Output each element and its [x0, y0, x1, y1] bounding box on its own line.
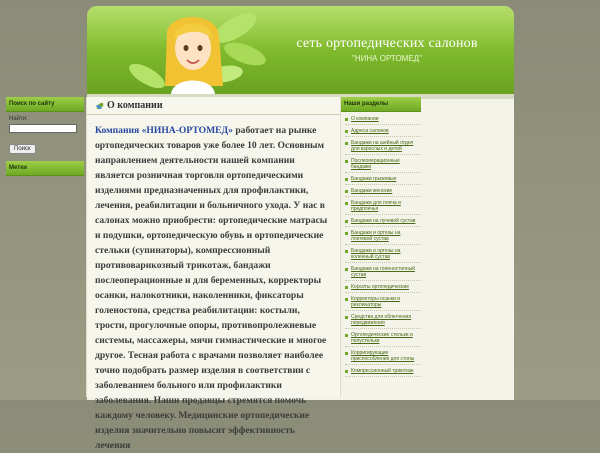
menu-item[interactable]: Бандажи на шейный отдел для взрослых и д… [345, 140, 421, 155]
menu-item[interactable]: Бандажи грыжевые [345, 176, 421, 185]
menu-item[interactable]: Корригирующие приспособления для стопы [345, 350, 421, 365]
left-sidebar: Поиск по сайту Найти: Поиск Метки [6, 97, 84, 397]
menu-item[interactable]: О компании [345, 116, 421, 125]
menu-item[interactable]: Корректоры осанки и реклинаторы [345, 296, 421, 311]
menu-item[interactable]: Бандажи на лучевой сустав [345, 218, 421, 227]
mascot-girl-illustration [129, 13, 266, 94]
menu-item[interactable]: Бандажи и ортезы на локтевой сустав [345, 230, 421, 245]
right-sidebar: Наши разделы О компании Адреса салонов Б… [341, 97, 421, 397]
site-title[interactable]: сеть ортопедических салонов [277, 36, 497, 52]
search-label: Найти: [9, 116, 28, 122]
menu-item[interactable]: Корсеты ортопедические [345, 284, 421, 293]
search-box-title: Поиск по сайту [6, 97, 84, 112]
leaf-icon [96, 102, 104, 110]
search-box: Найти: Поиск [6, 112, 84, 161]
menu-item[interactable]: Ортопедические стельки и полустельки [345, 332, 421, 347]
main-content: О компании Компания «НИНА-ОРТОМЕД» работ… [86, 97, 341, 451]
menu-item[interactable]: Послеоперационные бандажи [345, 158, 421, 173]
search-button[interactable]: Поиск [9, 144, 36, 154]
menu-item[interactable]: Бандажи женские [345, 188, 421, 197]
menu-item[interactable]: Компрессионный трикотаж [345, 368, 421, 377]
search-input[interactable] [9, 124, 77, 133]
menu-item[interactable]: Средства для облегчения передвижения [345, 314, 421, 329]
page-title: О компании [107, 100, 163, 111]
sections-menu: О компании Адреса салонов Бандажи на шей… [341, 112, 421, 377]
menu-item[interactable]: Бандажи на голеностопный сустав [345, 266, 421, 281]
company-name: Компания «НИНА-ОРТОМЕД» [95, 125, 233, 136]
site-header: сеть ортопедических салонов "НИНА ОРТОМЕ… [87, 6, 514, 94]
menu-item[interactable]: Бандажи для плеча и предплечья [345, 200, 421, 215]
content-header: О компании [87, 97, 340, 115]
sections-title: Наши разделы [341, 97, 421, 112]
article-text: Компания «НИНА-ОРТОМЕД» работает на рынк… [95, 123, 332, 453]
tags-box-title: Метки [6, 161, 84, 176]
site-subtitle: "НИНА ОРТОМЕД" [352, 54, 422, 63]
article-body: работает на рынке ортопедических товаров… [95, 125, 328, 451]
menu-item[interactable]: Адреса салонов [345, 128, 421, 137]
menu-item[interactable]: Бандажи и ортезы на коленный сустав [345, 248, 421, 263]
